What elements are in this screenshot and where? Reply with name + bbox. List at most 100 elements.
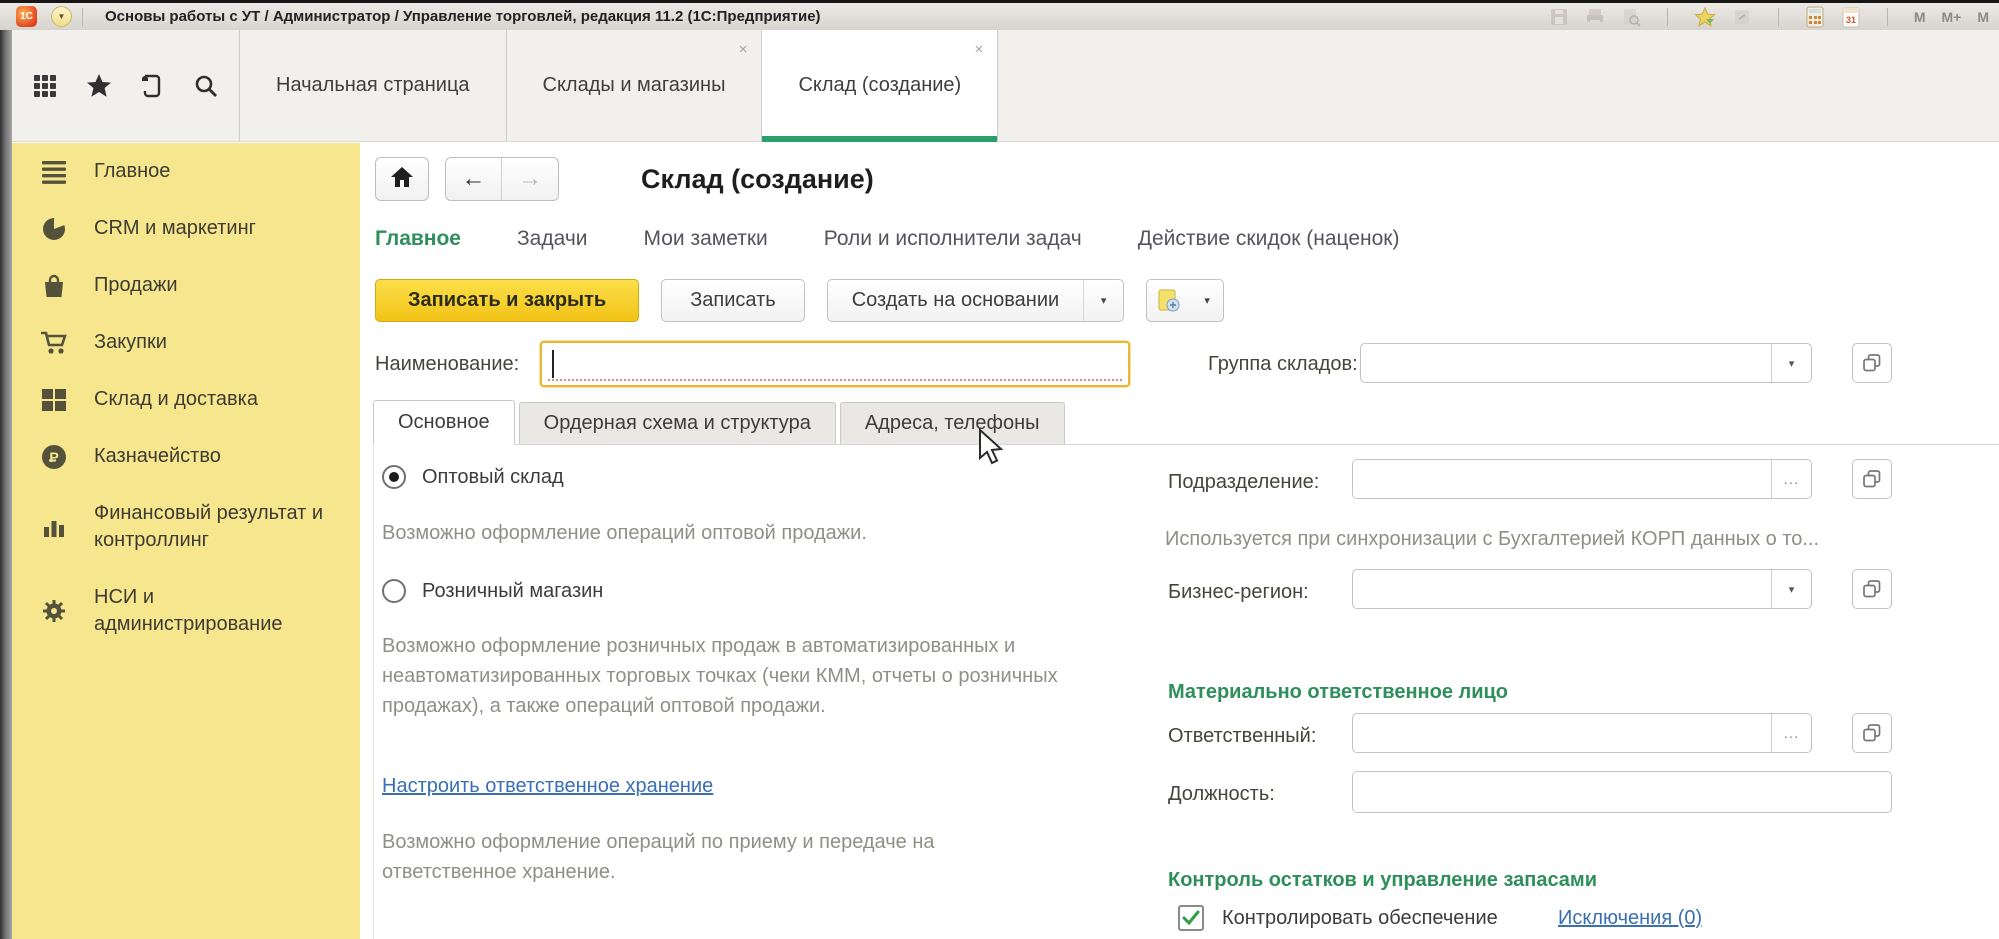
sidebar-item-label: Продажи bbox=[94, 272, 178, 299]
calculator-icon[interactable] bbox=[1805, 6, 1825, 28]
window-left-edge bbox=[0, 0, 12, 939]
save-and-close-button[interactable]: Записать и закрыть bbox=[375, 279, 639, 322]
wholesale-radio-label: Оптовый склад bbox=[422, 466, 564, 489]
preview-icon[interactable] bbox=[1621, 7, 1641, 27]
responsible-open-button[interactable] bbox=[1852, 713, 1892, 753]
tab-addresses[interactable]: Адреса, телефоны bbox=[840, 402, 1065, 445]
form-nav: Главное Задачи Мои заметки Роли и исполн… bbox=[375, 227, 1399, 251]
division-label: Подразделение: bbox=[1168, 471, 1319, 494]
storage-hint: Возможно оформление операций по приему и… bbox=[382, 827, 1022, 887]
close-icon[interactable]: × bbox=[739, 42, 748, 57]
control-checkbox-label[interactable]: Контролировать обеспечение bbox=[1222, 907, 1498, 930]
search-icon[interactable] bbox=[186, 66, 226, 106]
tab-warehouse-create[interactable]: Склад (создание) × bbox=[762, 30, 998, 141]
favorites-icon[interactable] bbox=[79, 66, 119, 106]
ellipsis-button[interactable]: ... bbox=[1771, 460, 1811, 498]
save-icon[interactable] bbox=[1549, 7, 1569, 27]
wholesale-radio-row[interactable]: Оптовый склад bbox=[382, 465, 564, 489]
group-border bbox=[373, 444, 374, 939]
division-field[interactable]: ... bbox=[1352, 459, 1812, 499]
titlebar: 1С ▼ Основы работы с УТ / Администратор … bbox=[0, 0, 1999, 30]
stock-section-header: Контроль остатков и управление запасами bbox=[1168, 869, 1597, 892]
tab-home[interactable]: Начальная страница bbox=[240, 30, 507, 141]
radio-selected-icon[interactable] bbox=[382, 465, 406, 489]
save-button[interactable]: Записать bbox=[661, 279, 804, 322]
tab-osnovnoe[interactable]: Основное bbox=[373, 400, 515, 445]
sidebar-item-purchases[interactable]: Закупки bbox=[12, 314, 360, 371]
tab-order-scheme[interactable]: Ордерная схема и структура bbox=[519, 402, 836, 445]
command-bar: Записать и закрыть Записать Создать на о… bbox=[375, 279, 1224, 322]
retail-radio-label: Розничный магазин bbox=[422, 580, 603, 603]
responsible-field[interactable]: ... bbox=[1352, 713, 1812, 753]
exceptions-link[interactable]: Исключения (0) bbox=[1558, 907, 1702, 930]
sidebar-item-treasury[interactable]: P Казначейство bbox=[12, 428, 360, 485]
ellipsis-button[interactable]: ... bbox=[1771, 714, 1811, 752]
tab-warehouses[interactable]: Склады и магазины × bbox=[507, 30, 763, 141]
page-title: Склад (создание) bbox=[641, 164, 874, 195]
sidebar-item-crm[interactable]: CRM и маркетинг bbox=[12, 200, 360, 257]
tab-label: Склады и магазины bbox=[543, 74, 726, 97]
chevron-down-icon[interactable]: ▾ bbox=[1083, 280, 1123, 321]
forward-button[interactable]: → bbox=[502, 158, 558, 200]
chevron-down-icon[interactable]: ▾ bbox=[1191, 280, 1223, 321]
name-input[interactable] bbox=[540, 341, 1130, 387]
home-button[interactable] bbox=[375, 157, 429, 201]
favorites-star-icon[interactable] bbox=[1694, 7, 1716, 27]
memory-m2-button[interactable]: M bbox=[1977, 9, 1989, 25]
sections-menu-icon[interactable] bbox=[25, 66, 65, 106]
responsible-label: Ответственный: bbox=[1168, 725, 1316, 748]
sidebar-item-finance[interactable]: Финансовый результат и контроллинг bbox=[12, 485, 360, 569]
tab-label: Склад (создание) bbox=[798, 74, 961, 97]
create-based-on-button[interactable]: Создать на основании ▾ bbox=[827, 279, 1125, 322]
text-caret bbox=[552, 350, 554, 378]
close-icon[interactable]: × bbox=[974, 42, 983, 57]
home-icon bbox=[389, 165, 415, 194]
radio-unselected-icon[interactable] bbox=[382, 579, 406, 603]
cart-icon bbox=[40, 330, 68, 356]
sidebar-item-label: Главное bbox=[94, 158, 170, 185]
sidebar-item-label: Финансовый результат и контроллинг bbox=[94, 500, 352, 554]
storage-settings-link[interactable]: Настроить ответственное хранение bbox=[382, 775, 713, 798]
memory-mplus-button[interactable]: M+ bbox=[1941, 9, 1961, 25]
sidebar-item-label: CRM и маркетинг bbox=[94, 215, 256, 242]
link-icon[interactable] bbox=[1732, 7, 1752, 27]
group-open-button[interactable] bbox=[1852, 343, 1892, 383]
print-icon[interactable] bbox=[1585, 7, 1605, 27]
reports-button[interactable]: ▾ bbox=[1146, 279, 1224, 322]
nav-discounts[interactable]: Действие скидок (наценок) bbox=[1138, 227, 1400, 251]
open-link-icon bbox=[1862, 579, 1882, 599]
sidebar-item-label: Склад и доставка bbox=[94, 386, 258, 413]
report-doc-icon bbox=[1147, 288, 1191, 314]
division-open-button[interactable] bbox=[1852, 459, 1892, 499]
divider bbox=[1887, 8, 1888, 26]
group-combo[interactable]: ▾ bbox=[1360, 343, 1812, 383]
chevron-down-icon[interactable]: ▾ bbox=[1771, 344, 1811, 382]
nav-main[interactable]: Главное bbox=[375, 227, 461, 251]
group-border bbox=[373, 444, 1999, 445]
control-checkbox[interactable] bbox=[1178, 905, 1204, 931]
tab-label: Начальная страница bbox=[276, 74, 470, 97]
tabbar: Начальная страница Склады и магазины × С… bbox=[12, 30, 1999, 142]
group-label: Группа складов: bbox=[1208, 353, 1358, 376]
sidebar-item-admin[interactable]: НСИ и администрирование bbox=[12, 569, 360, 653]
sidebar-item-warehouse[interactable]: Склад и доставка bbox=[12, 371, 360, 428]
calendar-icon[interactable]: 31 bbox=[1841, 6, 1861, 28]
nav-tasks[interactable]: Задачи bbox=[517, 227, 588, 251]
history-icon[interactable] bbox=[132, 66, 172, 106]
ruble-circle-icon: P bbox=[40, 444, 68, 470]
position-input[interactable] bbox=[1352, 771, 1892, 813]
sidebar-item-sales[interactable]: Продажи bbox=[12, 257, 360, 314]
back-button[interactable]: ← bbox=[446, 158, 502, 200]
mouse-cursor bbox=[973, 428, 1007, 473]
nav-roles[interactable]: Роли и исполнители задач bbox=[824, 227, 1082, 251]
memory-m-button[interactable]: M bbox=[1914, 9, 1926, 25]
region-combo[interactable]: ▾ bbox=[1352, 569, 1812, 609]
region-open-button[interactable] bbox=[1852, 569, 1892, 609]
divider bbox=[1667, 8, 1668, 26]
chevron-down-icon[interactable]: ▾ bbox=[1771, 570, 1811, 608]
create-based-on-label: Создать на основании bbox=[828, 289, 1084, 312]
main-menu-button[interactable]: ▼ bbox=[51, 6, 72, 27]
nav-notes[interactable]: Мои заметки bbox=[644, 227, 768, 251]
sidebar-item-main[interactable]: Главное bbox=[12, 143, 360, 200]
retail-radio-row[interactable]: Розничный магазин bbox=[382, 579, 603, 603]
